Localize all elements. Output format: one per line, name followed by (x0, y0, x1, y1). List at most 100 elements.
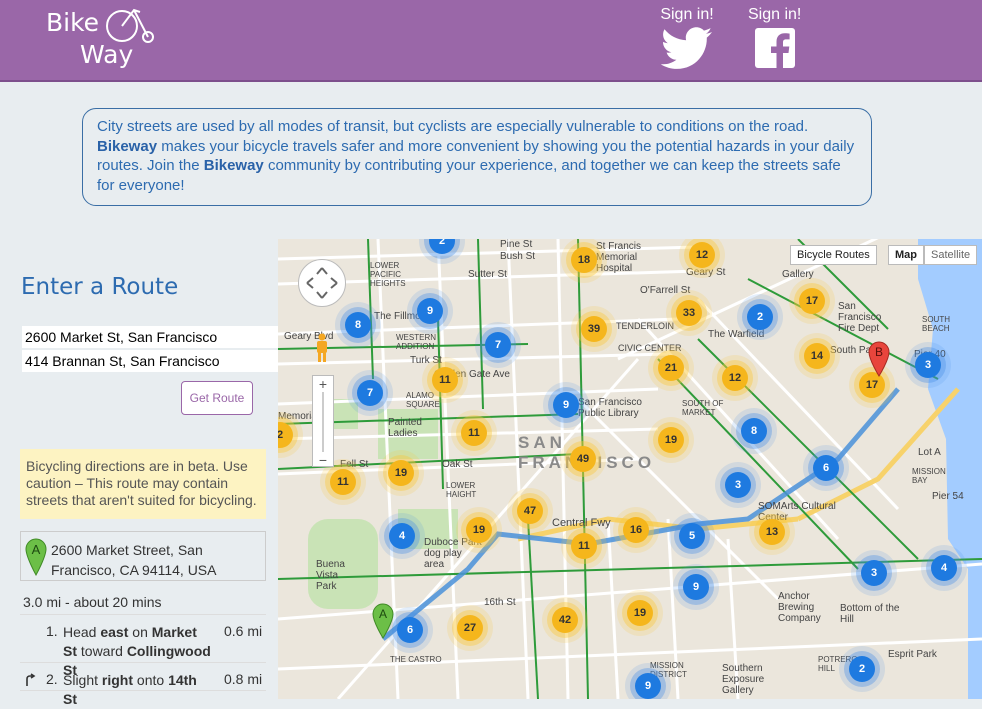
hazard-cluster[interactable]: 19 (627, 600, 653, 626)
hazard-cluster[interactable]: 8 (741, 418, 767, 444)
logo-text-line1: Bike (46, 8, 100, 37)
twitter-signin[interactable]: Sign in! (660, 6, 714, 75)
hazard-cluster[interactable]: 39 (581, 316, 607, 342)
start-address-card[interactable]: A 2600 Market Street, San Francisco, CA … (20, 531, 266, 581)
hazard-cluster[interactable]: 19 (658, 427, 684, 453)
hazard-cluster[interactable]: 4 (389, 523, 415, 549)
hazard-cluster[interactable]: 13 (759, 519, 785, 545)
hazard-cluster[interactable]: 27 (457, 615, 483, 641)
start-address-line1: 2600 Market Street, San (51, 542, 203, 558)
intro-panel: City streets are used by all modes of tr… (82, 108, 872, 206)
hazard-cluster[interactable]: 42 (552, 607, 578, 633)
map-type-map[interactable]: Map (888, 245, 924, 265)
facebook-icon (754, 28, 795, 70)
map-label: Southern Exposure Gallery (722, 663, 765, 696)
zoom-slider[interactable] (322, 392, 324, 452)
hazard-cluster[interactable]: 21 (658, 355, 684, 381)
step-distance: 0.8 mi (224, 671, 263, 687)
hazard-cluster[interactable]: 17 (799, 288, 825, 314)
hazard-cluster[interactable]: 7 (357, 380, 383, 406)
start-address-line2: Francisco, CA 94114, USA (51, 562, 217, 578)
get-route-button[interactable]: Get Route (181, 381, 253, 415)
hazard-cluster[interactable]: 3 (861, 560, 887, 586)
bike-routes-toggle[interactable]: Bicycle Routes (790, 245, 877, 265)
intro-brand-1: Bikeway (97, 137, 158, 155)
map-label: Sutter St (468, 269, 507, 280)
facebook-signin[interactable]: Sign in! (748, 6, 801, 75)
map-label: Lot A (918, 447, 941, 458)
street-view-pegman-icon[interactable] (314, 333, 330, 363)
route-heading: Enter a Route (21, 274, 179, 300)
route-to-input[interactable] (22, 350, 278, 372)
step-number: 2. (46, 671, 58, 687)
zoom-out-icon[interactable]: − (313, 452, 333, 468)
zoom-in-icon[interactable]: + (313, 376, 333, 392)
hazard-cluster[interactable]: 4 (931, 555, 957, 581)
hazard-cluster[interactable]: 49 (570, 446, 596, 472)
map-label: Gallery (782, 269, 814, 280)
hazard-cluster[interactable]: 9 (635, 673, 661, 699)
hazard-cluster[interactable]: 47 (517, 498, 543, 524)
map-zoom-control[interactable]: + − (312, 375, 334, 468)
hazard-cluster[interactable]: 5 (679, 523, 705, 549)
hazard-cluster[interactable]: 9 (683, 574, 709, 600)
marker-a-letter: A (32, 542, 41, 557)
hazard-cluster[interactable]: 11 (461, 420, 487, 446)
map-label: CIVIC CENTER (618, 343, 682, 353)
map-label: Oak St (442, 459, 473, 470)
hazard-cluster[interactable]: 11 (571, 533, 597, 559)
map-label: The Warfield (708, 329, 765, 340)
direction-step[interactable]: 1. Head east on Market St toward Colling… (20, 614, 266, 678)
map-label: THE CASTRO (390, 655, 442, 664)
map-label: MISSION BAY (912, 467, 946, 485)
hazard-cluster[interactable]: 6 (397, 617, 423, 643)
svg-text:B: B (875, 345, 883, 359)
map-label: Central Fwy (552, 517, 611, 529)
facebook-signin-label: Sign in! (748, 6, 802, 23)
hazard-cluster[interactable]: 16 (623, 517, 649, 543)
map-label: San Francisco Fire Dept (838, 301, 882, 334)
map-label: Buena Vista Park (316, 559, 345, 592)
hazard-cluster[interactable]: 18 (571, 247, 597, 273)
map-label: St Francis Memorial Hospital (596, 241, 642, 274)
penny-farthing-icon (106, 8, 154, 43)
hazard-cluster[interactable]: 2 (849, 656, 875, 682)
intro-brand-2: Bikeway (203, 157, 264, 174)
hazard-cluster[interactable]: 11 (432, 367, 458, 393)
hazard-cluster[interactable]: 19 (388, 460, 414, 486)
hazard-cluster[interactable]: 12 (722, 365, 748, 391)
pan-arrows-icon (306, 267, 338, 299)
intro-text-1: City streets are used by all modes of tr… (97, 118, 809, 135)
hazard-cluster[interactable]: 9 (417, 298, 443, 324)
route-end-marker-icon[interactable]: B (868, 341, 890, 377)
hazard-cluster[interactable]: 14 (804, 343, 830, 369)
map-type-satellite[interactable]: Satellite (924, 245, 978, 265)
map-label: Geary St (686, 267, 726, 278)
map-label: SOUTH OF MARKET (682, 399, 724, 417)
svg-text:A: A (379, 607, 387, 621)
map-label: SOUTH BEACH (922, 315, 950, 333)
hazard-cluster[interactable]: 8 (345, 312, 371, 338)
map-label: SAN FRANCISCO (518, 433, 651, 472)
hazard-cluster[interactable]: 33 (676, 300, 702, 326)
hazard-cluster[interactable]: 6 (813, 455, 839, 481)
map-label: LOWER HAIGHT (446, 481, 477, 499)
hazard-cluster[interactable]: 3 (915, 352, 941, 378)
direction-step[interactable]: 2. Slight right onto 14th St 0.8 mi (20, 662, 266, 707)
map-label: Esprit Park (888, 649, 937, 660)
hazard-cluster[interactable]: 11 (330, 469, 356, 495)
hazard-cluster[interactable]: 2 (747, 304, 773, 330)
hazard-cluster[interactable]: 12 (689, 242, 715, 268)
route-from-input[interactable] (22, 326, 278, 348)
hazard-cluster[interactable]: 19 (466, 517, 492, 543)
beta-notice: Bicycling directions are in beta. Use ca… (20, 449, 266, 519)
map-label: San Francisco Public Library (578, 397, 642, 419)
route-map[interactable]: Pine St Bush St St Francis Memorial Hosp… (278, 239, 982, 699)
map-label: Anchor Brewing Company (778, 591, 821, 624)
route-summary: 3.0 mi - about 20 mins (23, 594, 162, 610)
hazard-cluster[interactable]: 7 (485, 332, 511, 358)
hazard-cluster[interactable]: 9 (553, 392, 579, 418)
route-start-marker-icon[interactable]: A (372, 603, 394, 639)
hazard-cluster[interactable]: 3 (725, 472, 751, 498)
map-pan-control[interactable] (298, 259, 346, 307)
